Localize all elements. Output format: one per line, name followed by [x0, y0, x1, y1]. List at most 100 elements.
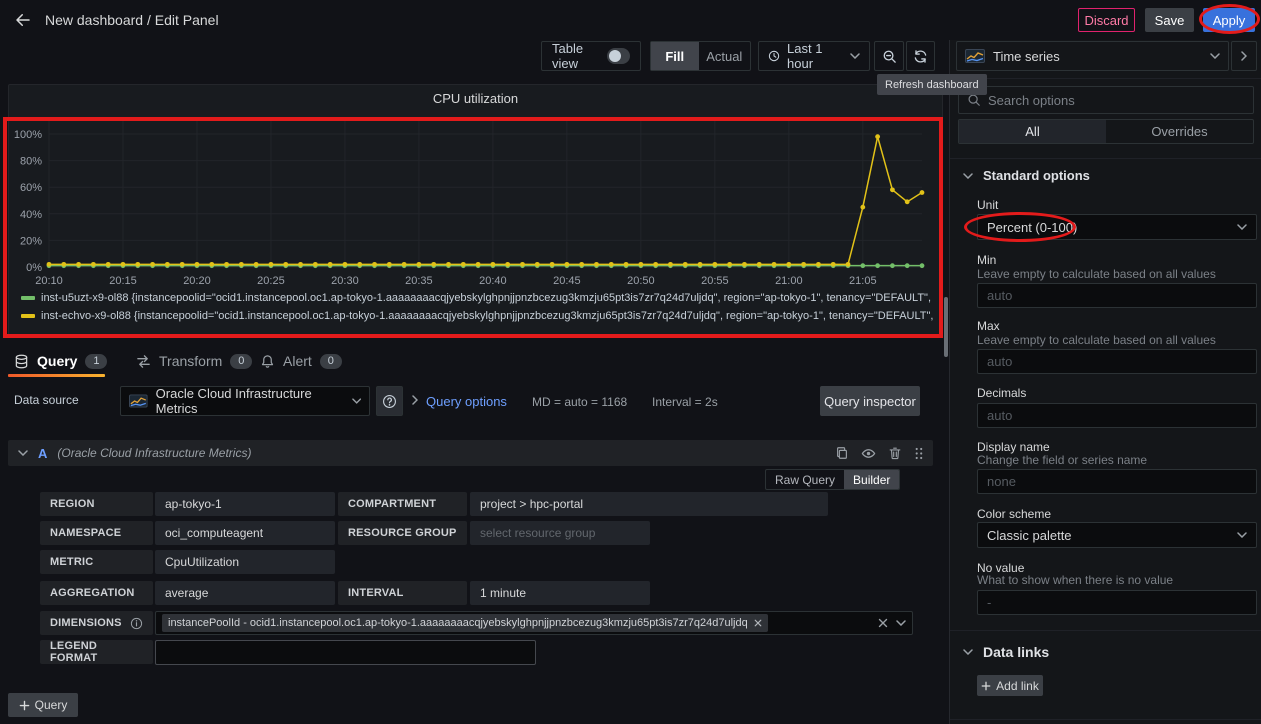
zoom-out-icon	[882, 49, 897, 64]
max-input[interactable]	[977, 349, 1257, 374]
refresh-button[interactable]	[906, 41, 935, 71]
cpu-utilization-panel: CPU utilization 20:1020:1520:2020:2520:3…	[8, 84, 943, 338]
apply-button[interactable]: Apply	[1203, 8, 1255, 32]
actual-option[interactable]: Actual	[699, 42, 750, 70]
cpu-chart[interactable]: 20:1020:1520:2020:2520:3020:3520:4020:45…	[9, 107, 942, 307]
svg-text:20:50: 20:50	[627, 275, 655, 287]
options-search-input[interactable]	[988, 93, 1245, 108]
svg-text:20:15: 20:15	[109, 275, 137, 287]
table-view-toggle[interactable]	[607, 48, 630, 64]
aggregation-value[interactable]: average	[155, 581, 335, 605]
builder-option[interactable]: Builder	[844, 470, 899, 489]
datasource-select[interactable]: Oracle Cloud Infrastructure Metrics	[120, 386, 370, 416]
max-label: Max	[977, 319, 1000, 333]
chevron-right-icon	[1241, 51, 1247, 61]
active-tab-underline	[8, 374, 105, 377]
resource-group-value[interactable]: select resource group	[470, 521, 650, 545]
series-color-chip	[21, 314, 35, 318]
back-button[interactable]	[10, 8, 36, 32]
unit-value: Percent (0-100)	[987, 220, 1077, 235]
svg-text:20:25: 20:25	[257, 275, 285, 287]
min-input[interactable]	[977, 283, 1257, 308]
svg-text:21:00: 21:00	[775, 275, 803, 287]
table-view-control: Table view	[541, 41, 641, 71]
fill-option[interactable]: Fill	[651, 42, 699, 70]
legend-format-input[interactable]	[155, 640, 536, 665]
svg-text:20:35: 20:35	[405, 275, 433, 287]
tab-transform[interactable]: Transform 0	[136, 348, 252, 374]
tab-query-label: Query	[37, 353, 77, 369]
help-icon	[382, 394, 397, 409]
add-query-label: Query	[35, 698, 68, 712]
no-value-input[interactable]	[977, 590, 1257, 615]
drag-handle-icon[interactable]	[914, 446, 923, 461]
tab-query[interactable]: Query 1	[14, 348, 107, 374]
dimensions-multiselect[interactable]: instancePoolId - ocid1.instancepool.oc1.…	[155, 611, 913, 635]
tab-overrides[interactable]: Overrides	[1106, 120, 1253, 143]
tab-alert-label: Alert	[283, 353, 312, 369]
divider	[950, 630, 1261, 631]
max-hint: Leave empty to calculate based on all va…	[977, 333, 1216, 347]
table-view-label: Table view	[552, 41, 597, 71]
metric-value[interactable]: CpuUtilization	[155, 550, 335, 574]
svg-text:20:10: 20:10	[35, 275, 63, 287]
query-inspector-button[interactable]: Query inspector	[820, 386, 920, 416]
legend-item[interactable]: inst-echvo-x9-ol88 {instancepoolid="ocid…	[21, 307, 933, 325]
region-label: REGION	[40, 492, 153, 516]
series-label: inst-echvo-x9-ol88 {instancepoolid="ocid…	[41, 310, 933, 322]
hide-query-eye-icon[interactable]	[861, 446, 876, 461]
query-row-header[interactable]: A (Oracle Cloud Infrastructure Metrics)	[8, 440, 933, 466]
fill-actual-segmented: Fill Actual	[650, 41, 751, 71]
options-search[interactable]	[958, 86, 1254, 114]
dimension-tag-text: instancePoolId - ocid1.instancepool.oc1.…	[168, 617, 748, 629]
toggle-knob	[609, 50, 621, 62]
color-scheme-value: Classic palette	[987, 528, 1072, 543]
bell-icon	[260, 354, 275, 369]
standard-options-section-header[interactable]: Standard options	[963, 168, 1090, 183]
duplicate-query-icon[interactable]	[835, 446, 849, 460]
time-range-picker[interactable]: Last 1 hour	[758, 41, 870, 71]
svg-text:20%: 20%	[20, 235, 42, 247]
unit-select[interactable]: Percent (0-100)	[977, 214, 1257, 240]
query-datasource-subtitle: (Oracle Cloud Infrastructure Metrics)	[57, 446, 251, 460]
display-name-input[interactable]	[977, 469, 1257, 494]
remove-tag-close-icon[interactable]	[754, 619, 762, 627]
editor-scrollbar[interactable]	[944, 297, 948, 357]
info-icon	[130, 617, 143, 630]
tab-all[interactable]: All	[959, 120, 1106, 143]
tab-transform-label: Transform	[159, 353, 222, 369]
decimals-input[interactable]	[977, 403, 1257, 428]
chevron-down-icon	[850, 53, 860, 59]
namespace-value[interactable]: oci_computeagent	[155, 521, 335, 545]
chevron-right-icon	[412, 395, 418, 405]
raw-query-option[interactable]: Raw Query	[766, 470, 844, 489]
visualization-name: Time series	[993, 49, 1060, 64]
discard-button[interactable]: Discard	[1078, 8, 1135, 32]
svg-text:20:40: 20:40	[479, 275, 507, 287]
alert-count-badge: 0	[320, 354, 342, 369]
add-query-button[interactable]: Query	[8, 693, 78, 717]
chevron-down-icon	[18, 450, 28, 456]
region-value[interactable]: ap-tokyo-1	[155, 492, 335, 516]
svg-text:100%: 100%	[14, 129, 42, 141]
chevron-down-icon	[1237, 224, 1247, 230]
collapse-options-pane-button[interactable]	[1231, 41, 1257, 71]
add-link-button[interactable]: Add link	[977, 675, 1043, 696]
tab-alert[interactable]: Alert 0	[260, 348, 342, 374]
zoom-out-button[interactable]	[874, 41, 904, 71]
query-options-toggle[interactable]: Query options	[426, 394, 507, 409]
save-button[interactable]: Save	[1145, 8, 1194, 32]
legend-item[interactable]: inst-u5uzt-x9-ol88 {instancepoolid="ocid…	[21, 289, 933, 307]
data-links-section-header[interactable]: Data links	[963, 644, 1049, 660]
datasource-help-button[interactable]	[376, 386, 403, 416]
interval-value[interactable]: 1 minute	[470, 581, 650, 605]
compartment-value[interactable]: project > hpc-portal	[470, 492, 828, 516]
color-scheme-select[interactable]: Classic palette	[977, 522, 1257, 548]
arrow-left-icon	[14, 11, 32, 29]
visualization-picker[interactable]: Time series	[956, 41, 1229, 71]
query-ref-id: A	[38, 446, 47, 461]
clear-all-close-icon[interactable]	[878, 618, 888, 628]
svg-text:21:05: 21:05	[849, 275, 877, 287]
delete-query-trash-icon[interactable]	[888, 446, 902, 460]
chevron-down-icon[interactable]	[896, 620, 906, 626]
